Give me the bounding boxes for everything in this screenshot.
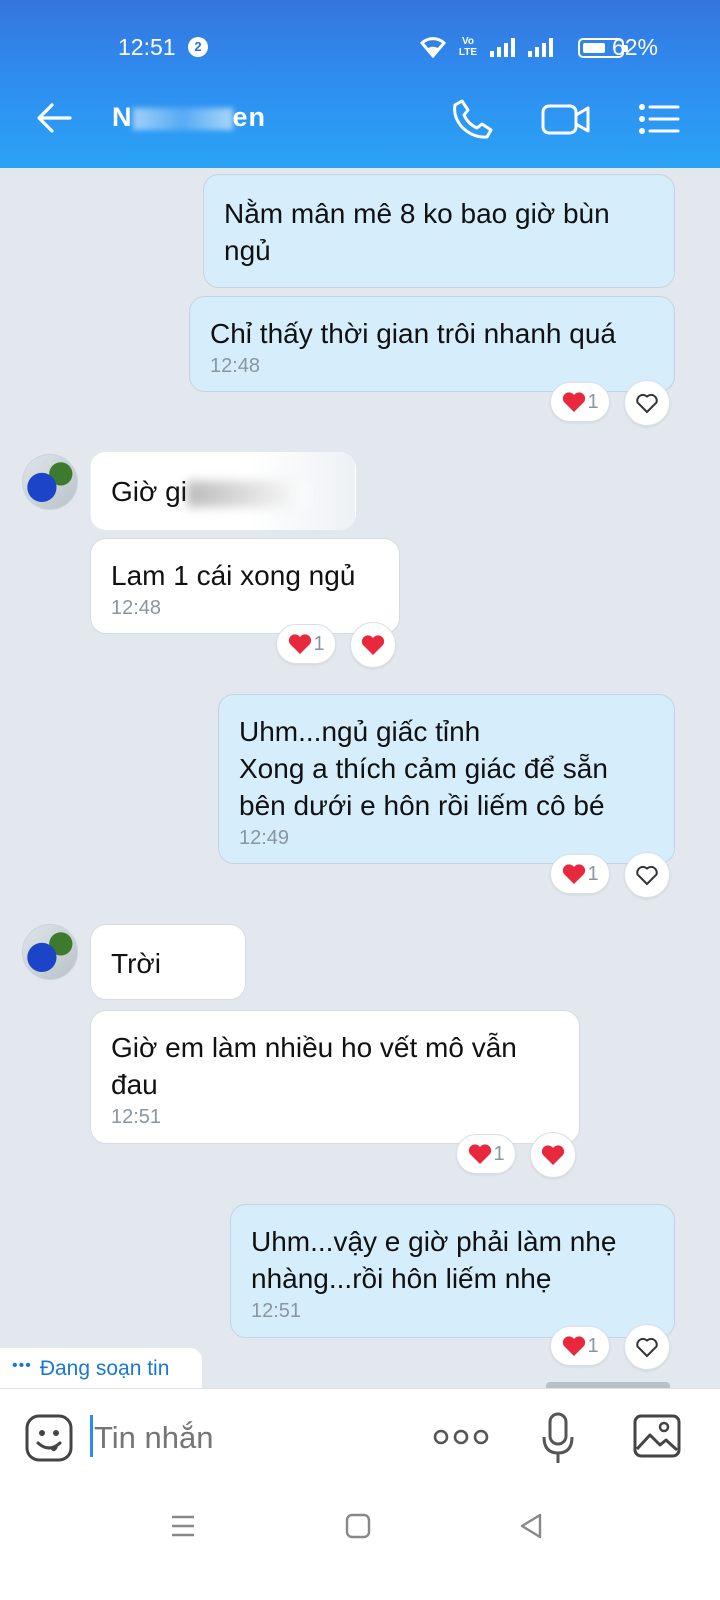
message-time: 12:51 (111, 1106, 162, 1128)
phone-icon[interactable] (450, 96, 496, 142)
typing-indicator: ••• Đang soạn tin (0, 1348, 202, 1388)
heart-icon (563, 1336, 586, 1356)
notification-badge: 2 (188, 37, 208, 57)
message-text-redacted (186, 480, 307, 507)
message-incoming[interactable]: Lam 1 cái xong ngủ 12:48 (90, 538, 400, 634)
contact-name[interactable]: Nen (112, 102, 266, 133)
contact-name-start: N (112, 102, 133, 132)
message-text: Nằm mân mê 8 ko bao giờ bùn ngủ (224, 198, 610, 266)
reaction-count[interactable]: 1 (550, 382, 610, 422)
message-text: Lam 1 cái xong ngủ (111, 560, 356, 591)
video-call-icon[interactable] (540, 96, 592, 142)
message-outgoing[interactable]: Chỉ thấy thời gian trôi nhanh quá 12:48 (189, 296, 675, 392)
avatar[interactable] (22, 924, 78, 980)
reaction-count-label: 1 (587, 862, 599, 885)
top-bar: 12:51 2 Vo LTE 62% Nen (0, 0, 720, 168)
signal-1-icon (490, 37, 515, 57)
heart-icon (563, 392, 586, 412)
message-outgoing[interactable]: Nằm mân mê 8 ko bao giờ bùn ngủ (203, 174, 675, 288)
message-outgoing[interactable]: Uhm...vậy e giờ phải làm nhẹ nhàng...rồi… (230, 1204, 675, 1338)
menu-list-icon[interactable] (636, 96, 682, 142)
heart-outline-icon (636, 393, 658, 414)
message-text: Chỉ thấy thời gian trôi nhanh quá (210, 318, 616, 349)
typing-dots-icon: ••• (12, 1357, 32, 1374)
typing-indicator-label: Đang soạn tin (39, 1357, 170, 1380)
contact-name-end: en (232, 102, 267, 132)
react-button[interactable] (530, 1132, 576, 1178)
heart-icon (541, 1145, 565, 1165)
message-line: Xong a thích cảm giác để sẵn (239, 753, 608, 784)
status-time: 12:51 (118, 34, 176, 60)
back-arrow-icon[interactable] (34, 98, 74, 138)
heart-outline-icon (636, 865, 658, 886)
message-text: Giờ gi (111, 476, 187, 507)
reaction-count-label: 1 (587, 1334, 599, 1357)
heart-icon (361, 635, 385, 655)
message-incoming[interactable]: Giờ em làm nhiều ho vết mô vẫn đau 12:51 (90, 1010, 580, 1144)
reaction-count-label: 1 (587, 390, 599, 413)
avatar[interactable] (22, 454, 78, 510)
reaction-count-label: 1 (493, 1142, 505, 1165)
text-caret (90, 1415, 93, 1457)
message-time: 12:51 (251, 1300, 302, 1322)
sticker-icon[interactable] (24, 1413, 74, 1463)
reaction-count[interactable]: 1 (276, 624, 336, 664)
gallery-icon[interactable] (632, 1413, 682, 1459)
message-time: 12:48 (210, 355, 261, 377)
message-line: bên dưới e hôn rồi liếm cô bé (239, 790, 605, 821)
wifi-icon (419, 37, 447, 58)
heart-icon (469, 1144, 492, 1164)
chat-header: Nen (0, 70, 720, 168)
react-button[interactable] (624, 380, 670, 426)
message-time: 12:49 (239, 827, 290, 849)
heart-outline-icon (636, 1337, 658, 1358)
nav-home-icon[interactable] (344, 1512, 372, 1540)
react-button[interactable] (624, 1324, 670, 1370)
reaction-count-label: 1 (313, 632, 325, 655)
message-line: Giờ em làm nhiều ho vết mô vẫn (111, 1032, 517, 1063)
message-line: Uhm...vậy e giờ phải làm nhẹ (251, 1226, 617, 1257)
message-outgoing[interactable]: Uhm...ngủ giấc tỉnh Xong a thích cảm giá… (218, 694, 675, 864)
message-line: Uhm...ngủ giấc tỉnh (239, 716, 481, 747)
react-button[interactable] (624, 852, 670, 898)
signal-2-icon (528, 37, 553, 57)
message-line: nhàng...rồi hôn liếm nhẹ (251, 1263, 552, 1294)
battery-percent: 62% (611, 34, 658, 60)
heart-icon (563, 864, 586, 884)
react-button[interactable] (350, 622, 396, 668)
reaction-count[interactable]: 1 (456, 1134, 516, 1174)
nav-menu-icon[interactable] (170, 1514, 196, 1538)
reaction-count[interactable]: 1 (550, 1326, 610, 1366)
more-dots-icon[interactable] (432, 1427, 490, 1447)
heart-icon (289, 634, 312, 654)
volte-icon: Vo LTE (458, 36, 478, 58)
message-incoming[interactable]: Trời (90, 924, 246, 1000)
message-time: 12:48 (111, 597, 162, 619)
microphone-icon[interactable] (540, 1411, 576, 1465)
status-bar: 12:51 2 Vo LTE 62% (0, 0, 720, 70)
message-input-bar (0, 1388, 720, 1488)
system-nav-bar (0, 1488, 720, 1600)
nav-back-icon[interactable] (518, 1512, 544, 1540)
message-line: đau (111, 1069, 158, 1100)
reaction-count[interactable]: 1 (550, 854, 610, 894)
contact-name-redacted (132, 107, 233, 130)
message-input[interactable] (94, 1415, 394, 1461)
message-text: Trời (111, 948, 161, 979)
message-incoming[interactable]: Giờ gi (90, 452, 356, 530)
